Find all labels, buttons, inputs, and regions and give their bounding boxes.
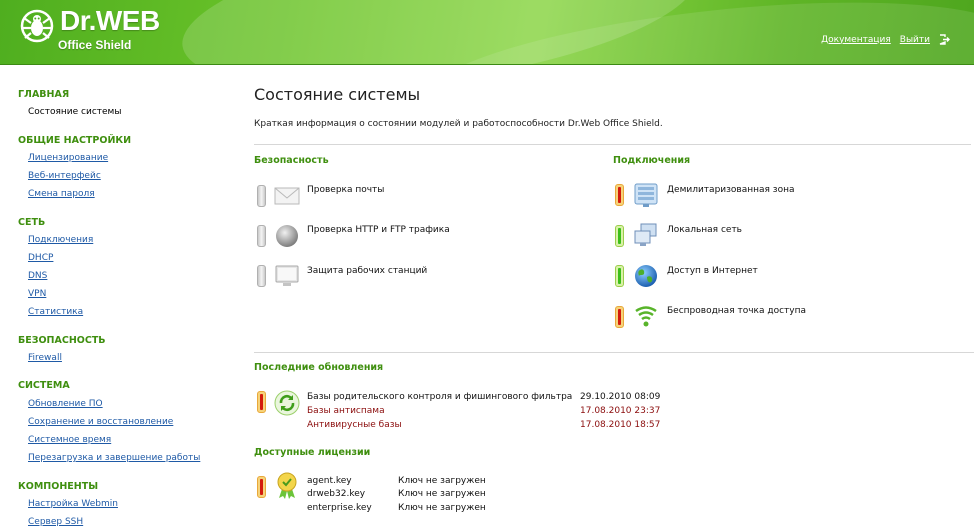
refresh-icon [274,390,300,416]
license-key-state: Ключ не загружен [398,476,486,486]
main-content: Состояние системы Краткая информация о с… [254,65,974,531]
nav-item-dhcp[interactable]: DHCP [28,253,53,263]
updates-section-title: Последние обновления [254,362,384,373]
connections-section-title: Подключения [613,155,691,166]
nav-item-system-status[interactable]: Состояние системы [28,107,121,117]
license-key-state: Ключ не загружен [398,489,486,499]
lan-status-indicator [615,225,624,247]
update-row-date: 29.10.2010 08:09 [580,392,661,402]
divider [254,144,971,145]
nav-item-vpn[interactable]: VPN [28,289,46,299]
exit-icon[interactable] [939,34,950,45]
nav-item-web-interface[interactable]: Веб-интерфейс [28,171,101,181]
mail-icon [274,187,300,205]
monitor-icon [275,265,299,286]
workstation-protection-status-indicator [257,265,266,287]
divider [254,352,974,353]
app-header: Dr.WEB Office Shield Документация Выйти [0,0,974,64]
nav-section-main: ГЛАВНАЯ [18,89,70,100]
logout-link[interactable]: Выйти [900,35,930,45]
wifi-icon [635,306,657,327]
lan-label: Локальная сеть [667,225,742,235]
internet-label: Доступ в Интернет [667,266,758,276]
page-title: Состояние системы [254,85,421,104]
sidebar-nav: ГЛАВНАЯ Состояние системы ОБЩИЕ НАСТРОЙК… [0,65,225,531]
license-key-name: enterprise.key [307,503,372,513]
nav-item-dns[interactable]: DNS [28,271,47,281]
nav-item-connections[interactable]: Подключения [28,235,93,245]
header-links: Документация Выйти [821,34,950,45]
license-award-icon [277,472,297,499]
nav-section-components: КОМПОНЕНТЫ [18,481,99,492]
page-description: Краткая информация о состоянии модулей и… [254,119,663,129]
dmz-status-indicator [615,184,624,206]
wifi-status-indicator [615,306,624,328]
nav-item-statistics[interactable]: Статистика [28,307,83,317]
nav-section-security: БЕЗОПАСНОСТЬ [18,335,106,346]
licenses-section-title: Доступные лицензии [254,447,371,458]
workstation-protection-label: Защита рабочих станций [307,266,428,276]
brand-name: Dr.WEB [60,5,160,36]
updates-status-indicator [257,391,266,413]
documentation-link[interactable]: Документация [821,35,891,45]
lan-icon [634,223,657,246]
nav-item-ssh-server[interactable]: Сервер SSH [28,517,83,527]
licenses-status-indicator [257,476,266,498]
mail-check-status-indicator [257,185,266,207]
nav-section-network: СЕТЬ [18,217,46,228]
globe-gray-icon [276,225,298,247]
mail-check-label: Проверка почты [307,185,385,195]
nav-item-firewall[interactable]: Firewall [28,353,62,363]
update-row-date: 17.08.2010 23:37 [580,406,661,416]
internet-status-indicator [615,265,624,287]
nav-item-licensing[interactable]: Лицензирование [28,153,108,163]
nav-item-webmin-settings[interactable]: Настройка Webmin [28,499,118,509]
http-ftp-check-status-indicator [257,225,266,247]
license-key-name: agent.key [307,476,352,486]
update-row-date: 17.08.2010 18:57 [580,420,661,430]
dmz-label: Демилитаризованная зона [667,185,795,195]
nav-item-reboot-shutdown[interactable]: Перезагрузка и завершение работы [28,453,200,463]
update-row-name: Антивирусные базы [307,420,402,430]
nav-section-general-settings: ОБЩИЕ НАСТРОЙКИ [18,135,132,146]
server-icon [634,183,658,207]
nav-item-backup-restore[interactable]: Сохранение и восстановление [28,417,173,427]
nav-section-system: СИСТЕМА [18,380,70,391]
drweb-spider-logo-icon [20,9,54,43]
nav-item-system-time[interactable]: Системное время [28,435,111,445]
wifi-label: Беспроводная точка доступа [667,306,806,316]
nav-item-change-password[interactable]: Смена пароля [28,189,95,199]
update-row-name: Базы антиспама [307,406,385,416]
http-ftp-check-label: Проверка HTTP и FTP трафика [307,225,450,235]
license-key-name: drweb32.key [307,489,366,499]
license-key-state: Ключ не загружен [398,503,486,513]
update-row-name: Базы родительского контроля и фишинговог… [307,392,573,402]
internet-globe-icon [635,265,657,287]
product-name: Office Shield [58,38,132,52]
nav-item-software-update[interactable]: Обновление ПО [28,399,103,409]
security-section-title: Безопасность [254,155,329,166]
